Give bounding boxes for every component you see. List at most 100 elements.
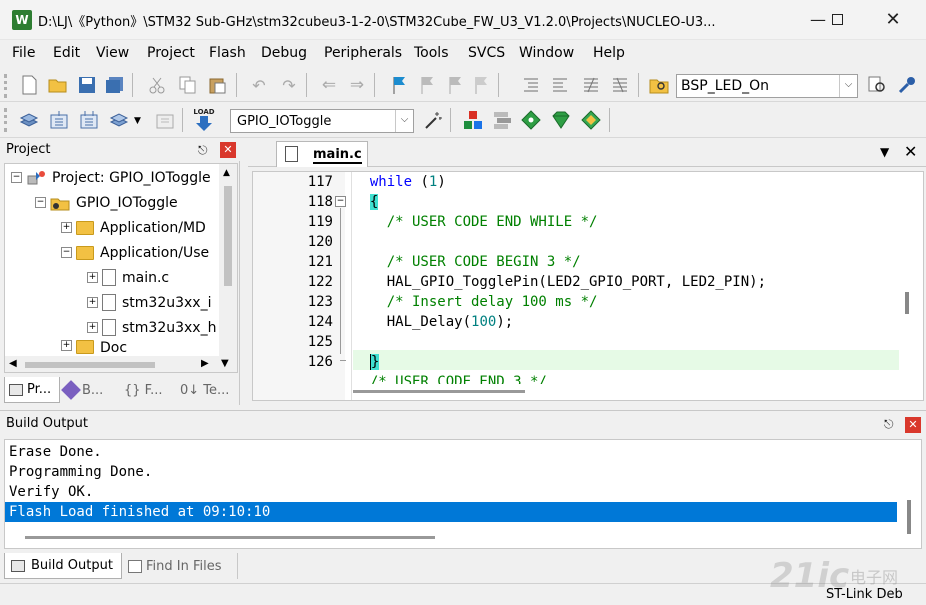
close-editor-tab-icon[interactable]: ✕: [904, 142, 917, 161]
menu-project[interactable]: Project: [147, 45, 195, 61]
tab-project[interactable]: Pr...: [4, 377, 60, 403]
debug-settings-icon[interactable]: [896, 74, 918, 96]
project-panel-tabs: Pr... B... {} F... 0↓ Te...: [2, 377, 238, 403]
build-icon[interactable]: [48, 109, 70, 131]
undo-icon[interactable]: ↶: [248, 74, 270, 96]
target-select-combo[interactable]: GPIO_IOToggle ⌵: [230, 109, 414, 133]
tab-functions[interactable]: {} F...: [124, 377, 174, 403]
new-file-icon[interactable]: [18, 74, 40, 96]
code-area[interactable]: 117 118 119 120 121 122 123 124 125 126 …: [252, 171, 924, 401]
pin-icon[interactable]: ⎋: [884, 417, 894, 432]
tree-node-file[interactable]: + stm32u3xx_h: [87, 315, 216, 340]
find-in-files-icon[interactable]: [648, 74, 670, 96]
chevron-down-icon[interactable]: ⌵: [395, 110, 413, 132]
tab-find-in-files[interactable]: Find In Files: [128, 553, 238, 579]
tab-label: 0↓ Te...: [180, 382, 230, 398]
tab-build-output[interactable]: Build Output: [4, 553, 122, 579]
tree-node-project-root[interactable]: − Project: GPIO_IOToggle: [11, 165, 211, 190]
output-vertical-scrollbar-thumb[interactable]: [907, 500, 911, 534]
expand-icon[interactable]: +: [87, 272, 98, 283]
translate-icon[interactable]: [18, 109, 40, 131]
menu-svcs[interactable]: SVCS: [468, 45, 505, 61]
batch-build-dropdown-icon[interactable]: ▼: [134, 116, 141, 126]
prev-bookmark-icon[interactable]: [416, 74, 438, 96]
cut-icon[interactable]: [146, 74, 168, 96]
tree-horizontal-scrollbar[interactable]: ◀ ▶ ▼: [5, 356, 237, 372]
fold-collapse-icon[interactable]: −: [335, 196, 346, 207]
menu-debug[interactable]: Debug: [261, 45, 307, 61]
close-project-panel-button[interactable]: ✕: [220, 142, 236, 158]
editor-vertical-scrollbar-thumb[interactable]: [905, 292, 909, 314]
bookmark-icon[interactable]: [388, 74, 410, 96]
chevron-down-icon[interactable]: ⌵: [839, 75, 857, 97]
open-folder-icon[interactable]: [47, 74, 69, 96]
pack-installer-icon[interactable]: [520, 109, 542, 131]
clear-bookmarks-icon[interactable]: [470, 74, 492, 96]
collapse-icon[interactable]: −: [35, 197, 46, 208]
tree-node-file[interactable]: + main.c: [87, 265, 169, 290]
indent-icon[interactable]: [520, 74, 542, 96]
maximize-button[interactable]: [817, 6, 857, 34]
tab-label: Pr...: [27, 382, 52, 397]
stop-build-icon[interactable]: [154, 109, 176, 131]
navigate-back-icon[interactable]: ⇐: [318, 74, 340, 96]
paste-icon[interactable]: [206, 74, 228, 96]
tree-vertical-scrollbar[interactable]: ▲: [219, 164, 237, 356]
menu-peripherals[interactable]: Peripherals: [324, 45, 402, 61]
save-all-icon[interactable]: [104, 74, 126, 96]
output-horizontal-scrollbar-thumb[interactable]: [25, 536, 435, 539]
expand-icon[interactable]: +: [87, 297, 98, 308]
line-number: 124: [307, 314, 333, 330]
file-extensions-icon[interactable]: [492, 109, 514, 131]
menu-tools[interactable]: Tools: [414, 45, 449, 61]
navigate-forward-icon[interactable]: ⇒: [346, 74, 368, 96]
collapse-icon[interactable]: −: [61, 247, 72, 258]
close-window-button[interactable]: ✕: [873, 6, 913, 34]
editor-horizontal-scrollbar-thumb[interactable]: [353, 390, 525, 393]
tab-books[interactable]: B...: [61, 377, 118, 403]
scrollbar-thumb[interactable]: [25, 362, 155, 368]
menu-window[interactable]: Window: [519, 45, 574, 61]
next-bookmark-icon[interactable]: [444, 74, 466, 96]
scroll-right-icon[interactable]: ▶: [201, 358, 209, 369]
tab-templates[interactable]: 0↓ Te...: [180, 377, 236, 403]
close-build-output-button[interactable]: ✕: [905, 417, 921, 433]
find-combo[interactable]: BSP_LED_On ⌵: [676, 74, 858, 98]
menu-help[interactable]: Help: [593, 45, 625, 61]
scroll-up-icon[interactable]: ▲: [223, 168, 230, 178]
select-packs-icon[interactable]: [550, 109, 572, 131]
tree-node-group[interactable]: + Application/MD: [61, 215, 206, 240]
pin-icon[interactable]: ⎋: [198, 143, 208, 158]
incremental-find-icon[interactable]: [866, 74, 888, 96]
menu-edit[interactable]: Edit: [53, 45, 80, 61]
manage-project-items-icon[interactable]: [462, 109, 484, 131]
scroll-down-icon[interactable]: ▼: [221, 358, 229, 369]
redo-icon[interactable]: ↷: [278, 74, 300, 96]
scrollbar-thumb[interactable]: [224, 186, 232, 286]
build-output-text-area[interactable]: Erase Done. Programming Done. Verify OK.…: [4, 439, 922, 549]
uncomment-icon[interactable]: [609, 74, 631, 96]
tree-node-file[interactable]: + stm32u3xx_i: [87, 290, 211, 315]
menu-flash[interactable]: Flash: [209, 45, 246, 61]
save-icon[interactable]: [76, 74, 98, 96]
target-options-wand-icon[interactable]: [422, 109, 444, 131]
scroll-left-icon[interactable]: ◀: [9, 358, 17, 369]
copy-icon[interactable]: [177, 74, 199, 96]
comment-icon[interactable]: [580, 74, 602, 96]
build-toolbar: ▼ LOAD GPIO_IOToggle ⌵: [0, 102, 926, 138]
expand-icon[interactable]: +: [87, 322, 98, 333]
collapse-icon[interactable]: −: [11, 172, 22, 183]
menu-file[interactable]: File: [12, 45, 35, 61]
expand-icon[interactable]: +: [61, 340, 72, 351]
tree-node-target[interactable]: − GPIO_IOToggle: [35, 190, 178, 215]
tab-main-c[interactable]: main.c: [276, 141, 368, 167]
tree-node-group[interactable]: − Application/Use: [61, 240, 209, 265]
manage-rte-icon[interactable]: [580, 109, 602, 131]
menu-view[interactable]: View: [96, 45, 129, 61]
tab-list-dropdown-icon[interactable]: ▼: [880, 145, 889, 159]
rebuild-icon[interactable]: [78, 109, 100, 131]
unindent-icon[interactable]: [549, 74, 571, 96]
expand-icon[interactable]: +: [61, 222, 72, 233]
download-load-icon[interactable]: LOAD: [192, 108, 216, 134]
batch-build-icon[interactable]: [108, 109, 130, 131]
